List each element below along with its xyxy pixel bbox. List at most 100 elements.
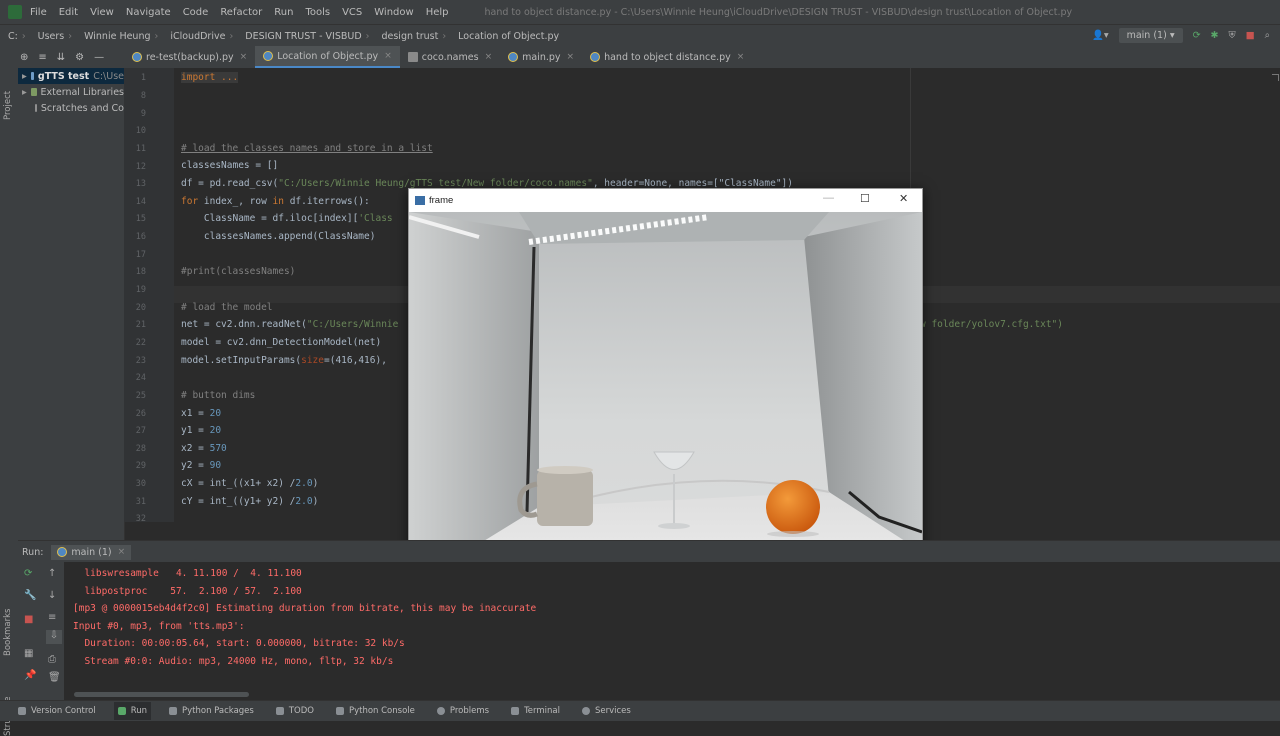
- horizontal-scrollbar[interactable]: [74, 692, 249, 697]
- run-config-select[interactable]: main (1) ▾: [1118, 28, 1183, 43]
- tree-item-project-root[interactable]: ▸ gTTS test C:\Use: [18, 68, 124, 84]
- up-arrow-icon[interactable]: ↑: [48, 568, 56, 579]
- window-icon: [415, 196, 425, 205]
- code-line: import ...: [181, 72, 239, 83]
- tree-item-external-libraries[interactable]: ▸ External Libraries: [18, 84, 124, 100]
- trash-icon[interactable]: 🗑: [48, 672, 61, 683]
- debug-icon[interactable]: ✱: [1211, 30, 1219, 41]
- pycharm-logo-icon: [8, 5, 22, 19]
- menu-navigate[interactable]: Navigate: [126, 7, 171, 18]
- line-number: 14: [135, 197, 146, 207]
- project-tool-label[interactable]: Project: [3, 91, 13, 120]
- line-number: 22: [135, 338, 146, 348]
- run-tab[interactable]: main (1) ×: [51, 544, 132, 560]
- problems-tool[interactable]: Problems: [433, 702, 493, 720]
- todo-tool[interactable]: TODO: [272, 702, 318, 720]
- maximize-button[interactable]: ☐: [860, 192, 870, 205]
- close-icon[interactable]: ×: [384, 51, 392, 61]
- close-icon[interactable]: ×: [118, 547, 126, 557]
- breadcrumb-item[interactable]: DESIGN TRUST - VISBUD: [245, 31, 361, 42]
- menu-tools[interactable]: Tools: [305, 7, 330, 18]
- locate-icon[interactable]: ⊕: [20, 52, 28, 63]
- breadcrumb-item[interactable]: Location of Object.py: [458, 31, 559, 42]
- version-control-tool[interactable]: Version Control: [14, 702, 100, 720]
- tab-hand-to-object-distance[interactable]: hand to object distance.py ×: [582, 46, 752, 68]
- menu-bar: File Edit View Navigate Code Refactor Ru…: [0, 0, 1280, 24]
- code-line: x2 = 570: [181, 443, 227, 454]
- menu-file[interactable]: File: [30, 7, 47, 18]
- line-number: 1: [140, 73, 146, 83]
- menu-help[interactable]: Help: [426, 7, 449, 18]
- opencv-frame-window[interactable]: frame — ☐ ✕: [408, 188, 923, 598]
- menu-view[interactable]: View: [90, 7, 114, 18]
- pin-icon[interactable]: 📌: [24, 670, 36, 681]
- line-number: 27: [135, 426, 146, 436]
- editor-tabs: re-test(backup).py × Location of Object.p…: [124, 46, 1280, 68]
- stop-icon[interactable]: ■: [1246, 30, 1255, 41]
- tab-location-of-object[interactable]: Location of Object.py ×: [255, 46, 400, 68]
- line-number: 18: [135, 267, 146, 277]
- close-icon[interactable]: ×: [737, 52, 745, 62]
- console-line: libswresample 4. 11.100 / 4. 11.100: [73, 568, 302, 579]
- scroll-to-end-icon[interactable]: ⇩: [46, 630, 62, 644]
- breadcrumb-item[interactable]: iCloudDrive: [170, 31, 225, 42]
- menu-edit[interactable]: Edit: [59, 7, 78, 18]
- close-icon[interactable]: ×: [485, 52, 493, 62]
- hide-icon[interactable]: —: [94, 52, 104, 63]
- menu-vcs[interactable]: VCS: [342, 7, 362, 18]
- wrench-icon[interactable]: 🔧: [24, 590, 36, 601]
- line-number: 11: [135, 144, 146, 154]
- close-icon[interactable]: ×: [240, 52, 248, 62]
- expand-all-icon[interactable]: ≡: [38, 52, 46, 63]
- coverage-icon[interactable]: ⛨: [1229, 30, 1236, 41]
- line-number-gutter: 1 8 9 10 11 12 13 14 15 16 17 18 19 20 2…: [124, 68, 174, 524]
- gear-icon[interactable]: ⚙: [75, 52, 84, 63]
- rerun-icon[interactable]: ⟳: [24, 568, 32, 579]
- breadcrumb-item[interactable]: Users: [38, 31, 65, 42]
- search-icon[interactable]: ⌕: [1265, 30, 1270, 41]
- console-line: libpostproc 57. 2.100 / 57. 2.100: [73, 586, 302, 597]
- soft-wrap-icon[interactable]: ≡: [48, 612, 56, 623]
- collapse-all-icon[interactable]: ⇊: [57, 52, 65, 63]
- rerun-icon[interactable]: ⟳: [1193, 30, 1201, 41]
- run-console-output[interactable]: libswresample 4. 11.100 / 4. 11.100 libp…: [64, 562, 1280, 700]
- minimize-button[interactable]: —: [823, 192, 834, 204]
- python-console-tool[interactable]: Python Console: [332, 702, 419, 720]
- python-file-icon: [57, 547, 68, 557]
- close-button[interactable]: ✕: [899, 192, 908, 205]
- terminal-tool[interactable]: Terminal: [507, 702, 564, 720]
- code-line: for index_, row in df.iterrows():: [181, 196, 370, 207]
- breadcrumb-item[interactable]: C:: [8, 31, 18, 42]
- code-line: classesNames = []: [181, 160, 279, 171]
- print-icon[interactable]: ⎙: [48, 654, 56, 665]
- python-packages-tool[interactable]: Python Packages: [165, 702, 258, 720]
- inspection-widget-icon[interactable]: [1272, 74, 1279, 81]
- tree-item-label: Scratches and Co: [40, 102, 124, 114]
- python-file-icon: [590, 52, 601, 62]
- down-arrow-icon[interactable]: ↓: [48, 590, 56, 601]
- python-file-icon: [132, 52, 142, 62]
- user-icon[interactable]: 👤▾: [1092, 30, 1109, 41]
- breadcrumb-item[interactable]: Winnie Heung: [84, 31, 150, 42]
- tab-label: main.py: [522, 51, 561, 63]
- menu-refactor[interactable]: Refactor: [220, 7, 262, 18]
- layout-icon[interactable]: ▦: [24, 648, 33, 659]
- close-icon[interactable]: ×: [567, 52, 575, 62]
- tree-item-scratches[interactable]: Scratches and Co: [18, 100, 124, 116]
- menu-run[interactable]: Run: [274, 7, 293, 18]
- menu-window[interactable]: Window: [374, 7, 413, 18]
- tab-main[interactable]: main.py ×: [500, 46, 582, 68]
- line-number: 29: [135, 461, 146, 471]
- tab-coco-names[interactable]: coco.names ×: [400, 46, 500, 68]
- frame-titlebar[interactable]: frame — ☐ ✕: [409, 189, 922, 212]
- breadcrumb-item[interactable]: design trust: [381, 31, 438, 42]
- code-line: classesNames.append(ClassName): [181, 231, 376, 242]
- menu-code[interactable]: Code: [183, 7, 209, 18]
- bookmarks-tool-label[interactable]: Bookmarks: [3, 609, 13, 657]
- tab-re-test-backup[interactable]: re-test(backup).py ×: [124, 46, 255, 68]
- services-tool[interactable]: Services: [578, 702, 635, 720]
- run-tool[interactable]: Run: [113, 702, 151, 720]
- stop-icon[interactable]: ■: [24, 614, 33, 625]
- python-icon: [335, 707, 344, 715]
- folder-icon: [30, 72, 34, 80]
